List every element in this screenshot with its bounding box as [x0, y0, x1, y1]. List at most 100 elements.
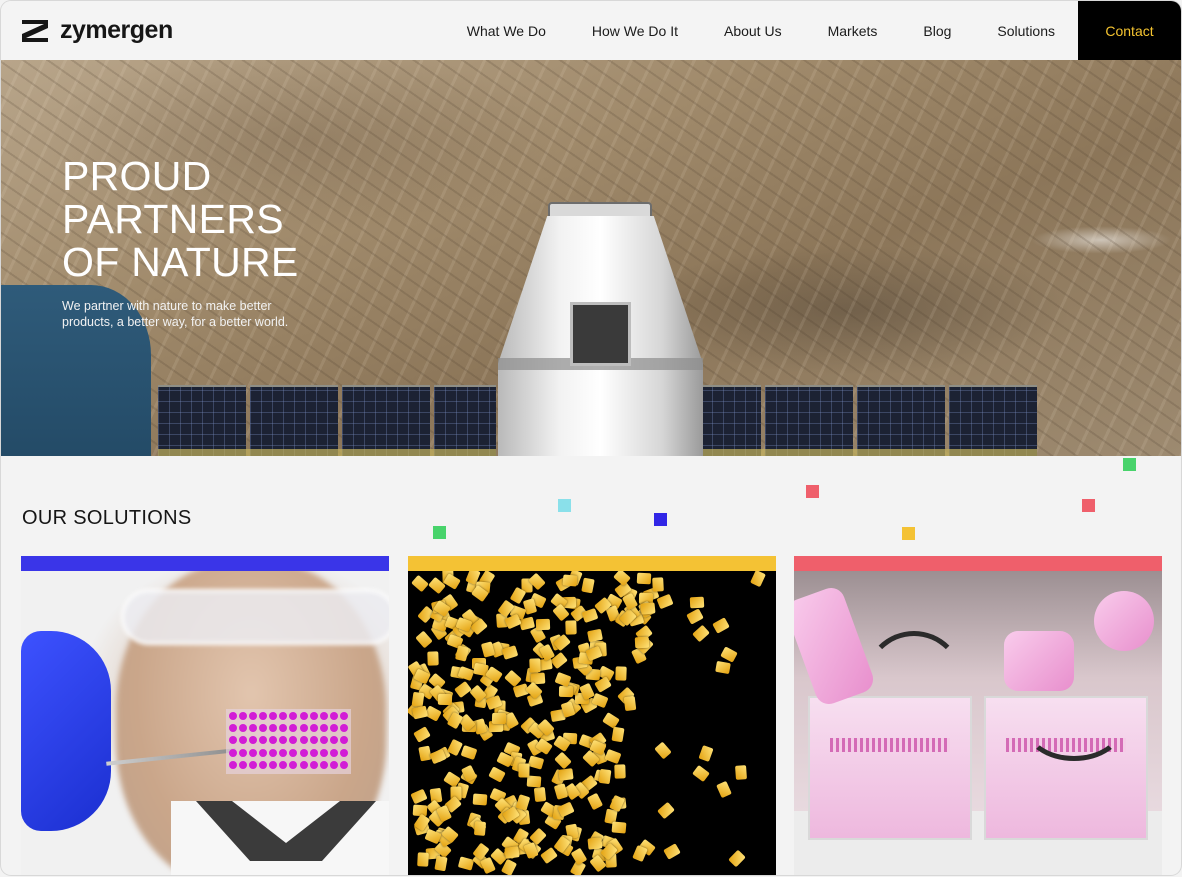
chip-well [339, 712, 348, 720]
plastic-pellet [504, 846, 520, 859]
chip-well [249, 760, 258, 769]
plastic-pellet [663, 843, 681, 860]
plastic-pellet [604, 749, 622, 765]
chip-well [289, 736, 298, 745]
solution-card-materials[interactable] [408, 556, 776, 875]
plastic-pellet [614, 764, 626, 779]
nav-item-what-we-do[interactable]: What We Do [444, 1, 569, 60]
plastic-pellet [416, 852, 429, 867]
zymergen-z-icon [22, 19, 48, 42]
chip-well [339, 748, 348, 757]
plastic-pellet [636, 572, 652, 585]
solution-card-biotech[interactable] [21, 556, 389, 875]
plastic-pellet [527, 755, 545, 770]
chip-well [259, 736, 268, 745]
decor-square-blue [654, 513, 667, 526]
chip-well [339, 724, 348, 733]
plastic-pellet [652, 577, 665, 592]
chip-well [249, 736, 258, 745]
chip-well [309, 712, 318, 720]
solution-card-automation[interactable] [794, 556, 1162, 875]
scientist-microchip-image [21, 571, 389, 875]
chip-well [299, 748, 308, 757]
decor-square-green [433, 526, 446, 539]
plastic-pellet [698, 745, 714, 763]
plastic-pellet [553, 782, 568, 800]
plastic-pellet [581, 608, 599, 624]
plastic-pellet [654, 741, 672, 760]
chip-well [319, 760, 328, 769]
nav-item-solutions[interactable]: Solutions [974, 1, 1078, 60]
plastic-pellet [598, 768, 612, 784]
plastic-pellet [553, 751, 572, 769]
nav-item-blog[interactable]: Blog [900, 1, 974, 60]
solar-array-left [158, 385, 496, 456]
chip-well [319, 724, 328, 733]
chip-well [289, 724, 298, 733]
hero-subtitle: We partner with nature to make better pr… [62, 299, 289, 329]
plastic-pellet [501, 645, 519, 661]
decor-square-red [806, 485, 819, 498]
chip-well [299, 724, 308, 733]
plastic-pellet [624, 696, 637, 712]
chip-well [259, 760, 268, 769]
chip-well [309, 736, 318, 745]
card-accent-bar [21, 556, 389, 571]
plastic-pellet [411, 691, 425, 708]
plastic-pellet [434, 855, 449, 872]
plastic-pellet [657, 801, 676, 820]
plastic-pellet [518, 763, 530, 778]
site-header: zymergen What We Do How We Do It About U… [1, 1, 1181, 60]
plastic-pellet [558, 767, 574, 781]
main-nav: What We Do How We Do It About Us Markets… [444, 1, 1181, 60]
chip-well [259, 748, 268, 757]
chip-well [309, 748, 318, 757]
plastic-pellet [535, 618, 550, 630]
chip-well [229, 736, 237, 745]
logo-link[interactable]: zymergen [22, 1, 173, 60]
plastic-pellet [686, 607, 704, 625]
chip-well [239, 736, 248, 745]
chip-well [229, 748, 237, 757]
nav-item-markets[interactable]: Markets [805, 1, 901, 60]
chip-well [329, 748, 338, 757]
plastic-pellet [570, 847, 588, 866]
chip-well [329, 760, 338, 769]
plastic-pellet [587, 837, 603, 850]
chip-well [279, 712, 288, 720]
plastic-pellet [581, 577, 595, 594]
nav-item-about-us[interactable]: About Us [701, 1, 805, 60]
chip-well [329, 712, 338, 720]
plastic-pellet [611, 727, 625, 743]
chip-well [299, 760, 308, 769]
plastic-pellet [455, 644, 470, 662]
chip-well [239, 712, 248, 720]
chip-well [289, 748, 298, 757]
chip-well [339, 760, 348, 769]
plastic-pellet [474, 821, 487, 837]
chip-well [299, 712, 308, 720]
plastic-pellet [533, 787, 547, 803]
plastic-pellet [715, 780, 732, 799]
chip-well [279, 748, 288, 757]
plastic-pellet [691, 624, 710, 643]
chip-well [299, 736, 308, 745]
plastic-pellet [749, 571, 766, 587]
chip-well [259, 712, 268, 720]
chip-well [239, 760, 248, 769]
nav-item-how-we-do-it[interactable]: How We Do It [569, 1, 701, 60]
chip-well [229, 760, 237, 769]
chip-well [249, 724, 258, 733]
plastic-pellet [639, 602, 656, 615]
plastic-pellet [565, 620, 577, 635]
contact-button[interactable]: Contact [1078, 1, 1181, 60]
chip-well [289, 712, 298, 720]
plastic-pellet [427, 651, 439, 667]
chip-well [239, 724, 248, 733]
plastic-pellet [453, 680, 472, 699]
chip-well [309, 760, 318, 769]
card-accent-bar [794, 556, 1162, 571]
card-accent-bar [408, 556, 776, 571]
decor-square-yellow [902, 527, 915, 540]
chip-well [279, 736, 288, 745]
